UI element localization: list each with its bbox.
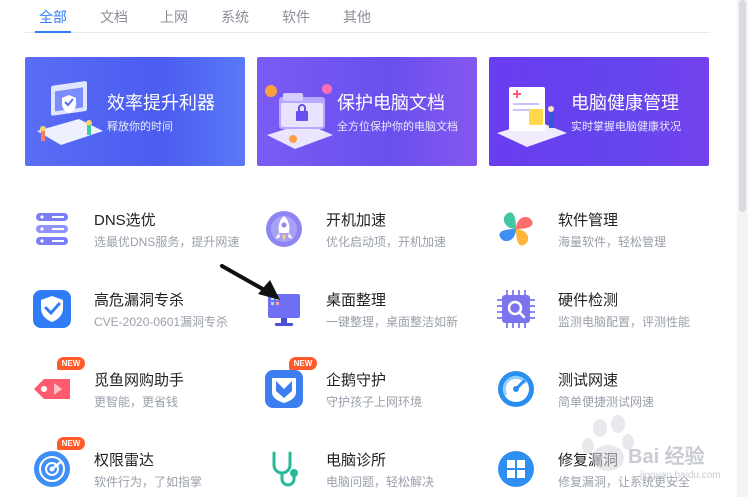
- tool-name: 软件管理: [558, 212, 619, 229]
- new-badge: NEW: [57, 437, 85, 450]
- tool-name: 企鹅守护: [326, 372, 387, 389]
- tool-description: 优化启动项，开机加速: [326, 235, 447, 249]
- tab-documents[interactable]: 文档: [100, 7, 128, 27]
- tool-description: 守护孩子上网环境: [326, 395, 423, 409]
- health-report-illustration: [497, 87, 567, 147]
- tab-other[interactable]: 其他: [343, 7, 371, 27]
- tool-description: 一键整理，桌面整洁如新: [326, 315, 459, 329]
- tool-pc-clinic[interactable]: 电脑诊所 电脑问题，轻松解决: [262, 445, 487, 495]
- tool-boot-speedup[interactable]: 开机加速 优化启动项，开机加速: [262, 205, 487, 255]
- tool-description: 监测电脑配置，评测性能: [558, 315, 691, 329]
- stethoscope-icon: [272, 451, 298, 487]
- tool-name: 开机加速: [326, 212, 387, 229]
- shield-icon: [33, 290, 71, 328]
- watermark-text: Bai 经验: [628, 446, 705, 468]
- new-badge: NEW: [289, 357, 317, 370]
- active-tab-indicator: [35, 31, 71, 33]
- tool-description: 选最优DNS服务，提升网速: [94, 235, 240, 249]
- price-tag-icon: [34, 379, 70, 399]
- tab-all[interactable]: 全部: [39, 7, 67, 27]
- banner-title: 电脑健康管理: [571, 93, 679, 113]
- folder-lock-illustration: [265, 84, 333, 149]
- banner-health-management[interactable]: 电脑健康管理 实时掌握电脑健康状况: [489, 57, 709, 166]
- banner-subtitle: 全方位保护你的电脑文档: [337, 121, 458, 133]
- tool-software-management[interactable]: 软件管理 海量软件，轻松管理: [494, 205, 719, 255]
- dns-server-icon: [36, 213, 68, 245]
- tab-internet[interactable]: 上网: [160, 7, 188, 27]
- annotation-arrow-icon: [220, 264, 280, 300]
- radar-icon: [34, 451, 70, 487]
- petals-icon: [499, 212, 533, 246]
- tool-description: CVE-2020-0601漏洞专杀: [94, 315, 229, 329]
- rocket-icon: [266, 211, 302, 247]
- tab-software[interactable]: 软件: [282, 7, 310, 27]
- banner-subtitle: 释放你的时间: [107, 121, 173, 133]
- watermark-subtext: jingyan.baidu.com: [640, 470, 721, 481]
- tool-name: 高危漏洞专杀: [94, 292, 185, 309]
- banner-title: 效率提升利器: [107, 93, 215, 113]
- tool-description: 电脑问题，轻松解决: [326, 475, 435, 489]
- tool-name: 硬件检测: [558, 292, 619, 309]
- tool-name: 桌面整理: [326, 292, 387, 309]
- windows-icon: [498, 451, 534, 487]
- banner-protect-documents[interactable]: 保护电脑文档 全方位保护你的电脑文档: [257, 57, 477, 166]
- tool-name: 测试网速: [558, 372, 619, 389]
- tab-system[interactable]: 系统: [221, 7, 249, 27]
- tool-shopping-assistant[interactable]: NEW 觅鱼网购助手 更智能，更省钱: [30, 357, 255, 415]
- scrollbar-thumb[interactable]: [739, 0, 746, 212]
- banner-title: 保护电脑文档: [337, 93, 445, 113]
- tool-description: 软件行为，了如指掌: [94, 475, 203, 489]
- tool-description: 海量软件，轻松管理: [558, 235, 667, 249]
- banner-subtitle: 实时掌握电脑健康状况: [571, 121, 681, 133]
- speedometer-icon: [498, 371, 534, 407]
- tool-speed-test[interactable]: 测试网速 简单便捷测试网速: [494, 365, 719, 415]
- tool-permission-radar[interactable]: NEW 权限雷达 软件行为，了如指掌: [30, 437, 255, 495]
- banner-efficiency[interactable]: 效率提升利器 释放你的时间: [25, 57, 245, 166]
- chip-search-icon: [497, 290, 535, 328]
- tool-desktop-organize[interactable]: 桌面整理 一键整理，桌面整洁如新: [262, 285, 487, 335]
- tool-name: 权限雷达: [94, 452, 155, 469]
- tool-name: DNS选优: [94, 212, 156, 229]
- tool-name: 觅鱼网购助手: [94, 372, 185, 389]
- category-tabs: 全部 文档 上网 系统 软件 其他: [25, 0, 710, 33]
- tool-hardware-check[interactable]: 硬件检测 监测电脑配置，评测性能: [494, 285, 719, 335]
- new-badge: NEW: [57, 357, 85, 370]
- tool-description: 更智能，更省钱: [94, 395, 179, 409]
- tool-dns-optimize[interactable]: DNS选优 选最优DNS服务，提升网速: [30, 205, 255, 255]
- tool-description: 简单便捷测试网速: [558, 395, 655, 409]
- tool-penguin-guard[interactable]: NEW 企鹅守护 守护孩子上网环境: [262, 357, 487, 415]
- guard-shield-icon: [265, 370, 303, 408]
- laptop-shield-illustration: [37, 81, 103, 145]
- tool-name: 电脑诊所: [326, 452, 387, 469]
